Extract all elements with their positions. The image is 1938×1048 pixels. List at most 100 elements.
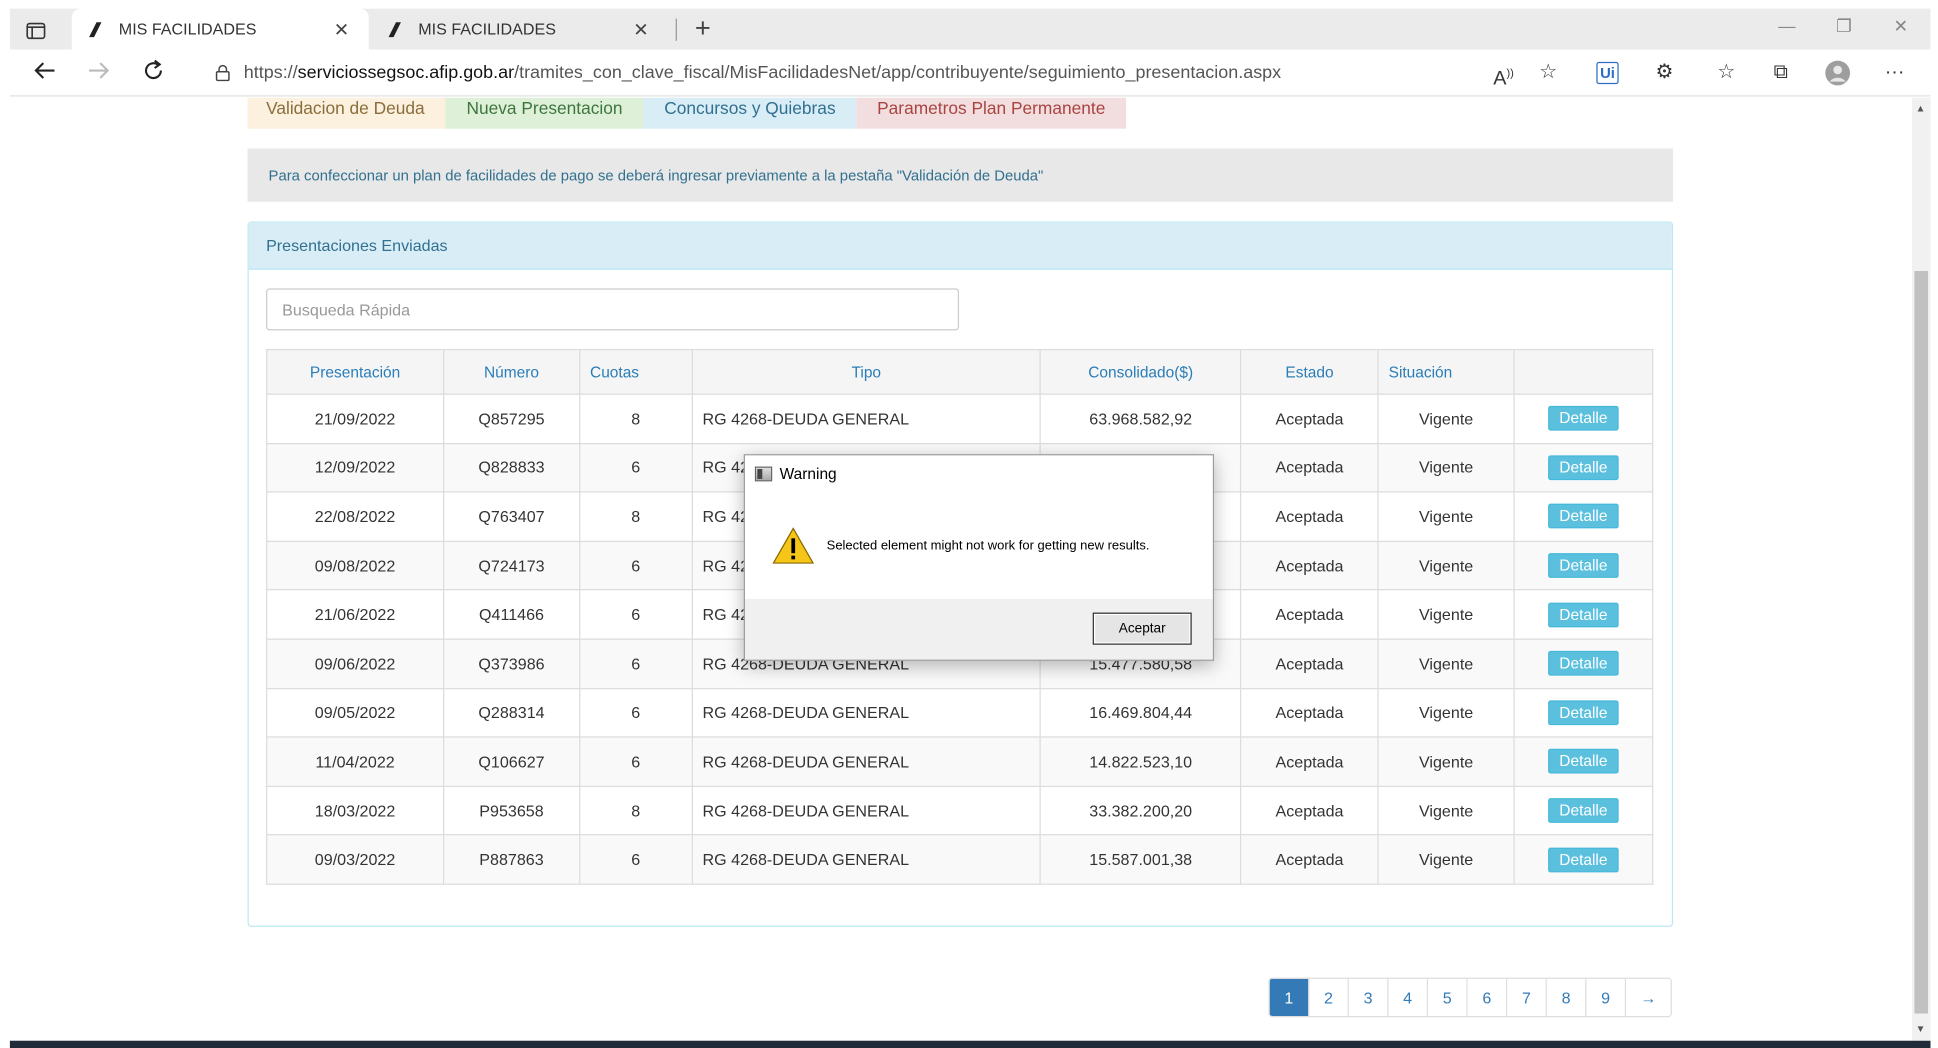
cell-presentacion-text: 09/05/2022 <box>314 703 396 722</box>
scroll-down-icon[interactable]: ▼ <box>1916 1023 1926 1034</box>
header-consolidado[interactable]: Consolidado($) <box>1039 348 1242 395</box>
extensions-icon[interactable]: ⚙ <box>1651 59 1678 86</box>
cell-situacion-text: Vigente <box>1418 703 1474 722</box>
info-notice: Para confeccionar un plan de facilidades… <box>247 148 1674 202</box>
next-page-button[interactable]: → <box>1626 978 1671 1016</box>
cell-presentacion-text: 22/08/2022 <box>314 507 396 526</box>
cell-numero: Q106627 <box>442 736 581 787</box>
cell-cuotas: 6 <box>578 589 693 640</box>
vertical-scrollbar[interactable]: ▲ ▼ <box>1911 97 1931 1041</box>
detalle-button[interactable]: Detalle <box>1548 847 1619 872</box>
page-5-button[interactable]: 5 <box>1428 978 1468 1016</box>
scrollbar-thumb[interactable] <box>1914 271 1929 1014</box>
tab-title: MIS FACILIDADES <box>418 19 556 39</box>
page-2-button[interactable]: 2 <box>1309 978 1349 1016</box>
cell-situacion-text: Vigente <box>1418 409 1474 428</box>
detalle-button[interactable]: Detalle <box>1548 602 1619 628</box>
header-presentacion[interactable]: Presentación <box>266 348 445 395</box>
cell-cuotas-text: 8 <box>631 801 641 820</box>
header-tipo[interactable]: Tipo <box>691 348 1042 395</box>
cell-situacion: Vigente <box>1377 491 1515 542</box>
more-menu-icon[interactable]: ··· <box>1881 59 1908 86</box>
cell-tipo-text: RG 4268-DEUDA GENERAL <box>702 752 910 771</box>
search-input[interactable]: Busqueda Rápida <box>266 288 960 331</box>
warning-icon <box>772 527 815 564</box>
new-tab-icon[interactable]: + <box>688 12 718 44</box>
cell-actions: Detalle <box>1513 491 1654 542</box>
cell-tipo-text: RG 4268-DEUDA GENERAL <box>702 801 910 820</box>
tab-title: MIS FACILIDADES <box>118 19 257 39</box>
cell-situacion-text: Vigente <box>1418 850 1474 869</box>
detalle-button[interactable]: Detalle <box>1548 700 1619 726</box>
search-placeholder: Busqueda Rápida <box>282 300 411 319</box>
page-9-button[interactable]: 9 <box>1586 978 1627 1016</box>
cell-situacion: Vigente <box>1377 442 1515 493</box>
tab-divider <box>675 18 677 41</box>
minimize-icon[interactable]: — <box>1762 16 1812 36</box>
cell-actions: Detalle <box>1513 393 1654 444</box>
restore-icon[interactable]: ❐ <box>1819 16 1869 37</box>
cell-estado-text: Aceptada <box>1275 458 1344 477</box>
scroll-up-icon[interactable]: ▲ <box>1916 103 1926 114</box>
page-7-button[interactable]: 7 <box>1507 978 1547 1016</box>
table-row: 09/05/2022 Q288314 6 RG 4268-DEUDA GENERAL 1… <box>266 687 1654 738</box>
profile-avatar-icon[interactable] <box>1824 59 1851 86</box>
cell-consolidado-text: 16.469.804,44 <box>1089 703 1193 722</box>
header-cuotas[interactable]: Cuotas <box>578 348 693 395</box>
browser-tab-1[interactable]: MIS FACILIDADES ✕ <box>71 8 369 50</box>
page-4-button[interactable]: 4 <box>1388 978 1429 1016</box>
cell-situacion-text: Vigente <box>1418 605 1474 624</box>
detalle-button[interactable]: Detalle <box>1548 553 1619 579</box>
address-bar[interactable]: https://serviciossegsoc.afip.gob.ar/tram… <box>189 54 1586 92</box>
refresh-icon[interactable] <box>139 58 169 88</box>
collections-icon[interactable]: ⧉ <box>1767 59 1794 86</box>
cell-numero-text: P953658 <box>479 801 544 820</box>
detalle-button[interactable]: Detalle <box>1548 406 1619 432</box>
aceptar-button[interactable]: Aceptar <box>1092 612 1192 645</box>
page-3-button[interactable]: 3 <box>1348 978 1389 1016</box>
cell-estado-text: Aceptada <box>1275 605 1344 624</box>
detalle-button[interactable]: Detalle <box>1548 651 1619 677</box>
detalle-button[interactable]: Detalle <box>1548 455 1619 481</box>
favorites-icon[interactable]: ☆ <box>1713 59 1740 86</box>
detalle-button[interactable]: Detalle <box>1548 798 1619 823</box>
close-window-icon[interactable]: ✕ <box>1876 16 1926 37</box>
toolbar: https://serviciossegsoc.afip.gob.ar/tram… <box>9 49 1931 97</box>
page-1-button[interactable]: 1 <box>1269 978 1310 1016</box>
cell-situacion: Vigente <box>1377 736 1515 787</box>
uipath-extension-icon[interactable]: Ui <box>1596 61 1619 85</box>
header-numero[interactable]: Número <box>442 348 581 395</box>
tab-actions-icon[interactable] <box>22 17 49 44</box>
add-favorite-icon[interactable]: ☆ <box>1535 59 1562 86</box>
cell-estado: Aceptada <box>1240 687 1379 738</box>
cell-numero-text: Q288314 <box>478 703 545 722</box>
cell-presentacion-text: 18/03/2022 <box>314 801 396 820</box>
cell-numero-text: Q857295 <box>478 409 545 428</box>
cell-numero: Q828833 <box>442 442 581 493</box>
cell-situacion-text: Vigente <box>1418 654 1474 673</box>
tab-nueva-presentacion[interactable]: Nueva Presentacion <box>445 97 644 129</box>
browser-tab-2[interactable]: MIS FACILIDADES ✕ <box>371 9 668 50</box>
forward-icon[interactable] <box>84 58 114 88</box>
page-8-button[interactable]: 8 <box>1546 978 1587 1016</box>
tab-concursos-quiebras[interactable]: Concursos y Quiebras <box>643 97 857 129</box>
cell-situacion-text: Vigente <box>1418 801 1474 820</box>
tab-parametros-plan[interactable]: Parametros Plan Permanente <box>856 97 1127 129</box>
tab-validacion-deuda[interactable]: Validacion de Deuda <box>247 97 446 129</box>
read-aloud-icon[interactable]: A)) <box>1490 59 1517 90</box>
back-icon[interactable] <box>30 58 60 88</box>
close-tab-icon[interactable]: ✕ <box>329 18 354 40</box>
cell-cuotas-text: 6 <box>631 703 641 722</box>
cell-estado: Aceptada <box>1240 638 1379 689</box>
header-estado[interactable]: Estado <box>1240 348 1379 395</box>
header-situacion[interactable]: Situación <box>1377 348 1515 395</box>
cell-presentacion: 18/03/2022 <box>266 785 445 836</box>
page-6-button[interactable]: 6 <box>1467 978 1508 1016</box>
detalle-button[interactable]: Detalle <box>1548 504 1619 530</box>
cell-consolidado-text: 14.822.523,10 <box>1089 752 1193 771</box>
cell-cuotas-text: 6 <box>631 458 641 477</box>
detalle-button[interactable]: Detalle <box>1548 749 1619 774</box>
cell-actions: Detalle <box>1513 589 1654 640</box>
close-tab-icon[interactable]: ✕ <box>629 18 654 40</box>
dialog-titlebar: Warning <box>744 455 1213 493</box>
